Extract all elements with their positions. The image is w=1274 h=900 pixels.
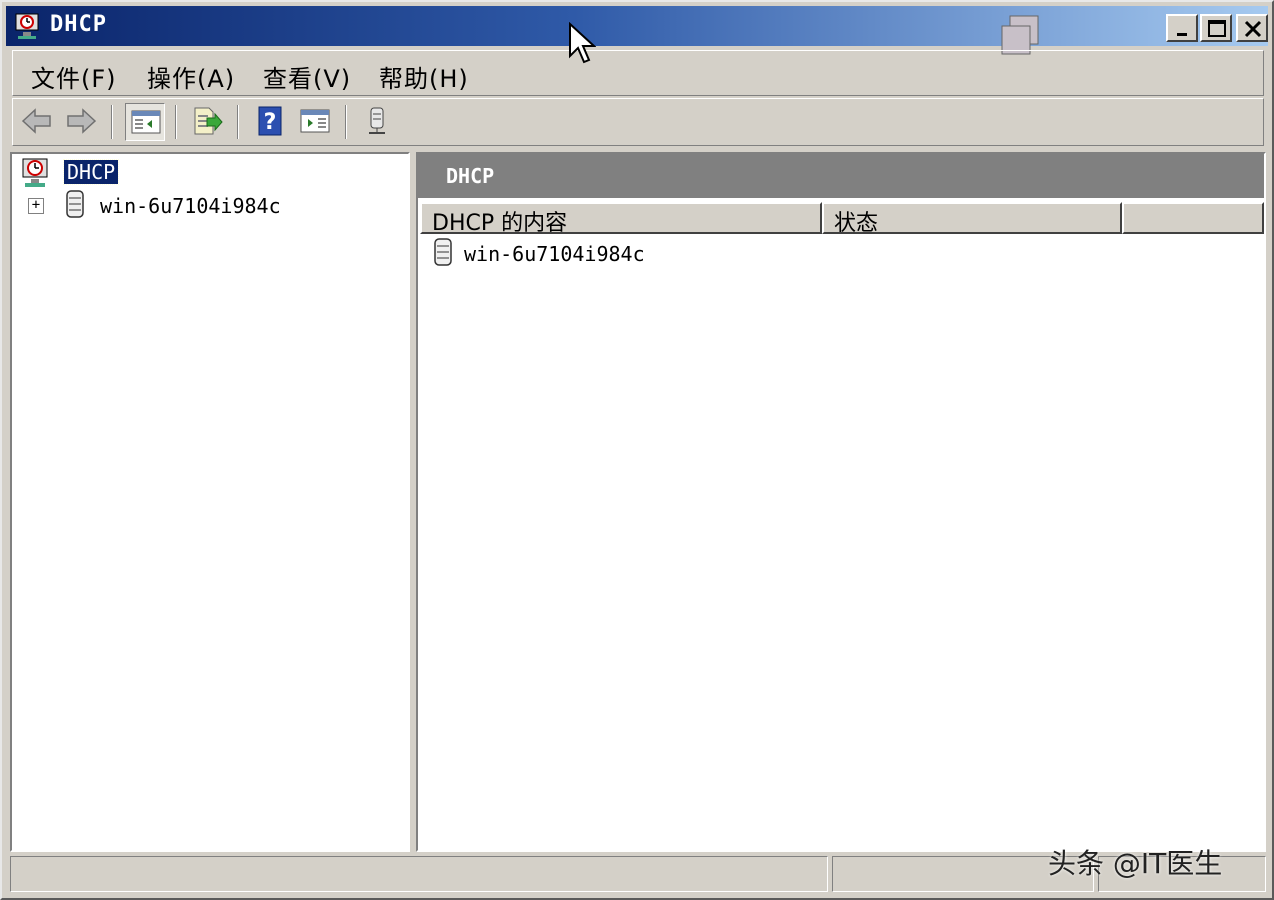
toolbar-separator xyxy=(237,105,239,139)
column-header-status[interactable]: 状态 xyxy=(822,202,1122,236)
help-icon: ? xyxy=(258,106,282,136)
menu-help-label: 帮助 xyxy=(379,65,429,93)
menu-action-accel: (A) xyxy=(197,65,236,93)
details-pane: DHCP DHCP 的内容 状态 win-6u7104i984c xyxy=(416,152,1266,852)
menu-bar: 文件(F) 操作(A) 查看(V) 帮助(H) xyxy=(12,50,1264,96)
show-hide-action-pane-button[interactable] xyxy=(295,103,335,141)
menu-file-label: 文件 xyxy=(31,65,81,93)
menu-action-label: 操作 xyxy=(147,65,197,93)
list-header: DHCP 的内容 状态 xyxy=(420,202,1264,236)
menu-view[interactable]: 查看(V) xyxy=(263,59,351,94)
tree-expander-button[interactable]: + xyxy=(28,198,44,214)
column-header-empty[interactable] xyxy=(1122,202,1264,234)
maximize-button[interactable] xyxy=(1200,14,1232,42)
mouse-cursor-icon xyxy=(569,22,596,64)
dhcp-app-icon xyxy=(15,13,39,39)
dhcp-app-icon xyxy=(22,158,48,187)
toolbar-separator xyxy=(111,105,113,139)
menu-file[interactable]: 文件(F) xyxy=(31,59,117,94)
minimize-icon xyxy=(1177,33,1187,36)
menu-view-label: 查看 xyxy=(263,65,313,93)
status-panel-main xyxy=(10,856,828,892)
back-icon xyxy=(21,108,51,134)
toolbar-separator xyxy=(345,105,347,139)
toolbar: ? xyxy=(12,98,1264,146)
server-status-icon xyxy=(369,107,385,134)
dhcp-window: DHCP 文件(F) 操作(A) 查看(V) 帮助(H) ? DHCP + wi… xyxy=(0,0,1274,900)
menu-help-accel: (H) xyxy=(429,65,469,93)
server-icon xyxy=(66,190,84,218)
watermark-text: 头条 @IT医生 xyxy=(1048,847,1223,880)
menu-action[interactable]: 操作(A) xyxy=(147,59,235,94)
close-icon xyxy=(1244,20,1262,38)
forward-icon xyxy=(67,108,97,134)
maximize-icon xyxy=(1208,20,1226,37)
help-button[interactable]: ? xyxy=(249,103,289,141)
server-status-button[interactable] xyxy=(357,103,397,141)
menu-file-accel: (F) xyxy=(81,65,117,93)
svg-text:?: ? xyxy=(264,110,277,135)
back-button[interactable] xyxy=(17,103,57,141)
details-header: DHCP xyxy=(418,154,1264,198)
title-bar[interactable]: DHCP xyxy=(6,6,1268,55)
minimize-button[interactable] xyxy=(1166,14,1198,42)
forward-button[interactable] xyxy=(61,103,101,141)
tree-node-server[interactable]: + win-6u7104i984c xyxy=(28,190,388,220)
column-header-contents[interactable]: DHCP 的内容 xyxy=(420,202,822,236)
list-item-name: win-6u7104i984c xyxy=(464,242,645,266)
details-header-title: DHCP xyxy=(446,164,495,188)
list-item[interactable]: win-6u7104i984c xyxy=(432,238,1032,268)
export-list-button[interactable] xyxy=(187,103,227,141)
tree-node-label: win-6u7104i984c xyxy=(100,194,281,218)
window-title: DHCP xyxy=(50,12,107,37)
show-hide-console-tree-icon xyxy=(131,110,161,134)
show-hide-console-tree-button[interactable] xyxy=(125,103,165,141)
close-button[interactable] xyxy=(1236,14,1268,42)
menu-help[interactable]: 帮助(H) xyxy=(379,59,469,94)
menu-view-accel: (V) xyxy=(313,65,352,93)
server-icon xyxy=(434,238,452,266)
show-hide-action-pane-icon xyxy=(300,109,330,133)
export-list-icon xyxy=(194,107,223,135)
toolbar-separator xyxy=(175,105,177,139)
tree-root-label: DHCP xyxy=(62,159,120,185)
console-tree-pane[interactable]: DHCP + win-6u7104i984c xyxy=(10,152,410,852)
